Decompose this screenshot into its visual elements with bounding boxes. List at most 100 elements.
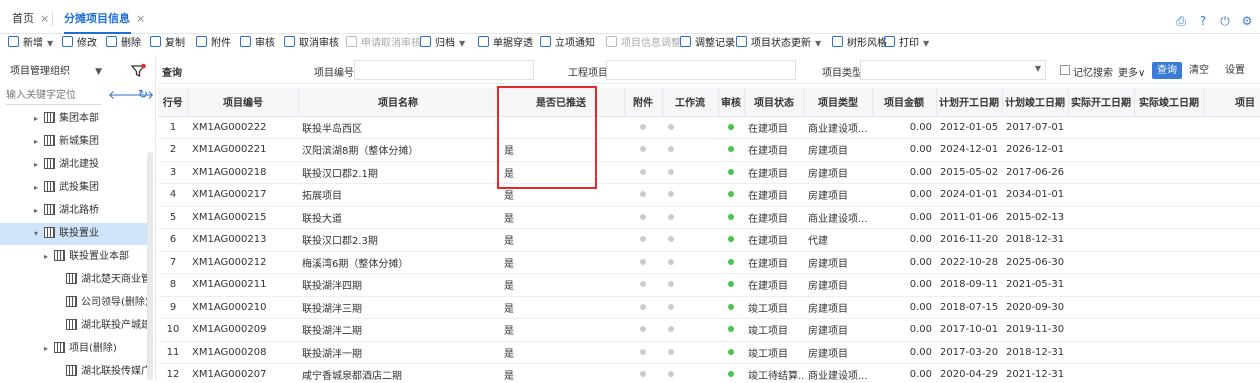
status-dot-icon [668, 281, 674, 288]
caret-right-icon[interactable]: ▸ [44, 246, 54, 268]
project-type-select[interactable]: ▼ [860, 60, 1046, 80]
print-icon[interactable]: ⎙ [1174, 14, 1188, 28]
caret-right-icon[interactable]: ▸ [34, 154, 44, 176]
column-header[interactable]: 项目编号 [188, 88, 299, 117]
table-cell [1068, 138, 1134, 162]
table-row[interactable]: 1 XM1AG000222 联投半岛西区 在建项目 商业建设项... 0.00 2012-0… [158, 116, 1260, 139]
tree-search-input[interactable] [6, 87, 102, 105]
toolbar-button-0[interactable]: 新增 ▼ [8, 36, 53, 52]
table-cell: 4 [158, 183, 188, 207]
tree-node[interactable]: ▸ 新城集团 [0, 131, 150, 153]
refresh-icon[interactable]: ↻ [138, 87, 148, 101]
table-cell: 在建项目 [744, 183, 804, 207]
toolbar-button-5[interactable]: 审核 [240, 36, 275, 52]
tree-node[interactable]: 湖北楚天商业管理有限 [0, 269, 150, 291]
table-cell: 12 [158, 363, 188, 380]
table-row[interactable]: 2 XM1AG000221 汉阳滨湖8期（整体分摊）是在建项目 房建项目 0.00 202… [158, 138, 1260, 162]
table-row[interactable]: 12 XM1AG000207 咸宁香城泉都酒店二期是 竣工待结算... 商业建设项...… [158, 363, 1260, 380]
column-header[interactable]: 项目金额 [872, 88, 937, 117]
table-cell: 9 [158, 296, 188, 319]
project-code-input[interactable] [354, 60, 534, 80]
query-button[interactable]: 查询 [1152, 62, 1182, 79]
tab-project-info[interactable]: 分摊项目信息 × [64, 8, 145, 34]
table-cell [1204, 251, 1260, 274]
column-header[interactable]: 实际竣工日期 [1134, 88, 1205, 117]
table-row[interactable]: 10 XM1AG000209 联投湖泮二期是 竣工项目 房建项目 0.00 2017-10-… [158, 318, 1260, 342]
tree-node[interactable]: ▾ 联投置业 [0, 223, 150, 245]
tree-node[interactable]: ▸ 湖北路桥 [0, 200, 150, 222]
toolbar-button-3[interactable]: 复制 [150, 36, 185, 52]
tree-node[interactable]: 公司领导(删除) [0, 292, 150, 314]
column-header[interactable]: 行号 [158, 88, 189, 117]
toolbar-button-10[interactable]: 立项通知 [540, 36, 595, 52]
caret-right-icon[interactable]: ▸ [34, 131, 44, 153]
column-header[interactable]: 项目 [1204, 88, 1260, 117]
caret-right-icon[interactable]: ▸ [34, 200, 44, 222]
table-row[interactable]: 8 XM1AG000211 联投湖泮四期是 在建项目 房建项目 0.00 2018-09-1… [158, 273, 1260, 297]
org-type-select[interactable]: 项目管理组织 ▼ [6, 61, 104, 83]
column-header[interactable]: 实际开工日期 [1068, 88, 1135, 117]
remember-search-checkbox[interactable] [1060, 65, 1070, 75]
column-header[interactable]: 是否已推送 [498, 88, 625, 117]
table-cell: 2021-05-31 [1002, 273, 1068, 297]
table-cell: 是 [498, 318, 624, 342]
tree-node-label: 联投置业本部 [69, 251, 129, 262]
toolbar-button-12[interactable]: 调整记录 [680, 36, 735, 52]
table-cell: 咸宁香城泉都酒店二期 [298, 363, 498, 380]
project-name-input[interactable] [606, 60, 796, 80]
tree-node[interactable]: ▸ 湖北建投 [0, 154, 150, 176]
close-icon[interactable]: × [136, 12, 145, 25]
filter-icon[interactable] [130, 63, 146, 79]
tree-node[interactable]: ▸ 联投置业本部 [0, 246, 150, 268]
tab-home[interactable]: 首页 × [12, 8, 49, 30]
toolbar-icon [284, 36, 295, 47]
column-header[interactable]: 项目类型 [804, 88, 873, 117]
toolbar-button-15[interactable]: 打印 ▼ [884, 36, 929, 52]
table-row[interactable]: 5 XM1AG000215 联投大道是 在建项目 商业建设项... 0.00 2011-01… [158, 206, 1260, 229]
column-header[interactable]: 计划竣工日期 [1002, 88, 1069, 117]
toolbar-button-label: 项目状态更新 [751, 38, 811, 49]
table-row[interactable]: 7 XM1AG000212 梅溪湾6期（整体分摊）是 在建项目 房建项目 0.00 2022… [158, 251, 1260, 274]
toolbar-button-9[interactable]: 单据穿透 [478, 36, 533, 52]
table-row[interactable]: 9 XM1AG000210 联投湖泮三期是 竣工项目 房建项目 0.00 2018-07-1… [158, 296, 1260, 319]
column-header[interactable]: 项目状态 [744, 88, 805, 117]
tree-node[interactable]: ▸ 集团本部 [0, 108, 150, 130]
help-icon[interactable]: ? [1196, 14, 1210, 28]
settings-button[interactable]: 设置 [1220, 62, 1250, 79]
toolbar-button-7: 申请取消审核 [346, 36, 421, 52]
table-row[interactable]: 3 XM1AG000218 联投汉口郡2.1期是 在建项目 房建项目 0.00 2015-0… [158, 161, 1260, 184]
tree-scrollbar[interactable] [147, 152, 153, 380]
caret-right-icon[interactable]: ▸ [34, 108, 44, 130]
power-icon[interactable]: ⏻ [1218, 14, 1232, 28]
more-toggle[interactable]: 更多∨ [1118, 64, 1145, 79]
table-row[interactable]: 6 XM1AG000213 联投汉口郡2.3期是 在建项目 代建 0.00 2016-11-… [158, 228, 1260, 252]
table-cell: 0.00 [872, 161, 936, 184]
tree-node[interactable]: 湖北联投产城建设发展 [0, 315, 150, 337]
table-row[interactable]: 4 XM1AG000217 拓展项目是 在建项目 房建项目 0.00 2024-01-01 2… [158, 183, 1260, 207]
column-header[interactable]: 附件 [624, 88, 663, 117]
tree-node[interactable]: ▸ 项目(删除) [0, 338, 150, 360]
column-header[interactable]: 审核 [718, 88, 745, 117]
column-header[interactable]: 计划开工日期 [936, 88, 1003, 117]
table-cell [662, 116, 718, 139]
clear-button[interactable]: 清空 [1184, 62, 1214, 79]
column-header[interactable]: 项目名称 [298, 88, 499, 117]
status-dot-icon [668, 168, 674, 175]
toolbar-button-label: 立项通知 [555, 38, 595, 49]
tree-node[interactable]: ▸ 武投集团 [0, 177, 150, 199]
toolbar-button-1[interactable]: 修改 [62, 36, 97, 52]
toolbar-button-2[interactable]: 删除 [106, 36, 141, 52]
toolbar-button-4[interactable]: 附件 [196, 36, 231, 52]
column-header[interactable]: 工作流 [662, 88, 719, 117]
caret-down-icon[interactable]: ▾ [34, 223, 44, 245]
toolbar-button-6[interactable]: 取消审核 [284, 36, 339, 52]
caret-right-icon[interactable]: ▸ [44, 338, 54, 360]
table-cell: 房建项目 [804, 183, 872, 207]
toolbar-button-14[interactable]: 树形风格 [832, 36, 887, 52]
table-row[interactable]: 11 XM1AG000208 联投湖泮一期是 竣工项目 房建项目 0.00 2017-03-… [158, 341, 1260, 364]
toolbar-button-13[interactable]: 项目状态更新 ▼ [736, 36, 821, 52]
close-icon[interactable]: × [40, 12, 49, 25]
toolbar-button-8[interactable]: 归档 ▼ [420, 36, 465, 52]
caret-right-icon[interactable]: ▸ [34, 177, 44, 199]
gear-icon[interactable]: ⚙ [1240, 14, 1254, 28]
